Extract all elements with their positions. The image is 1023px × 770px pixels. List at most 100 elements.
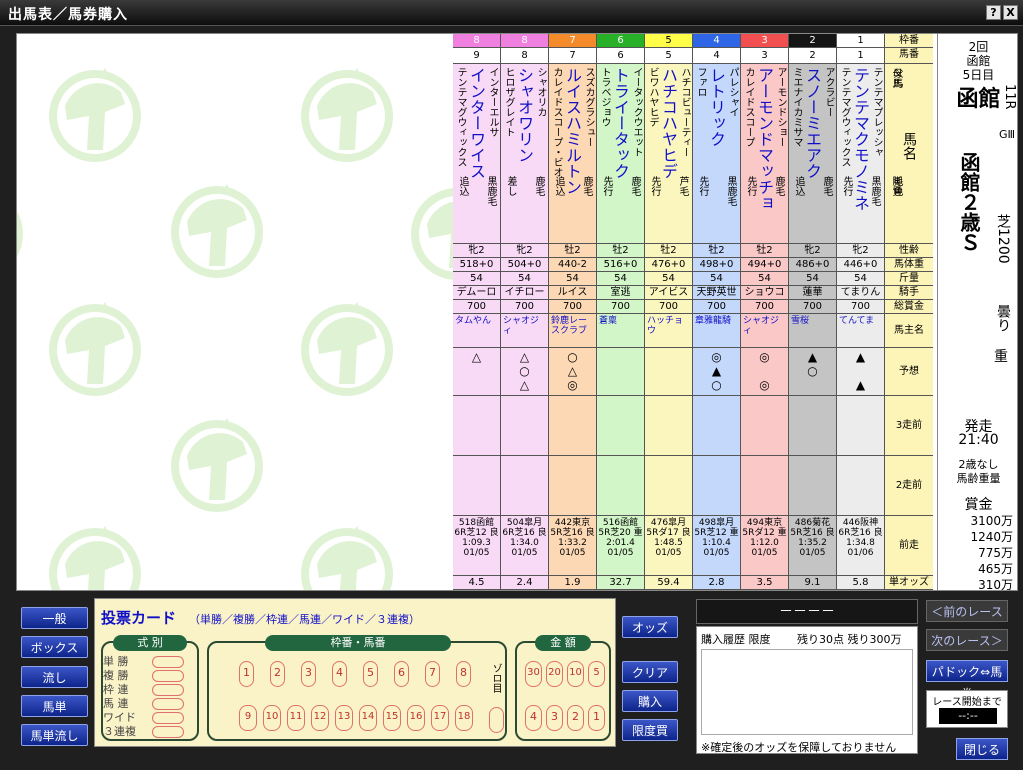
prev-race-button[interactable]: ＜前のレース (926, 600, 1008, 622)
prediction-mark: △ (519, 350, 530, 364)
clear-button[interactable]: クリア (622, 661, 678, 683)
horse-name: シャオワリン (515, 67, 534, 163)
number-mark[interactable]: 3 (301, 661, 316, 687)
horse-column[interactable]: 8 8 ヒロザグレイト シャオワリン シャオリカ 鹿毛 差し 牝2 504+0 54 イチロー 700… (501, 34, 549, 590)
horse-column[interactable]: 2 2 ミエナイカミサマ スノーミエアク アクラビー 鹿毛 追込 牝2 486+0 54 蓮華 700… (789, 34, 837, 590)
bet-type-label: ワイド (103, 711, 136, 724)
number-mark[interactable]: 13 (335, 705, 353, 731)
bet-type-label: 馬 連 (103, 697, 129, 710)
horse-prize: 700 (693, 300, 740, 314)
previous-race: 494東京 5Rダ12 重 1:12.0 01/05 (741, 516, 788, 576)
horse-column[interactable]: 3 3 カレイドスコープ アーモンドマッチョ アーモンドショー 鹿毛 先行 牡2 494+0 54… (741, 34, 789, 590)
amount-mark[interactable]: 4 (525, 705, 542, 731)
number-mark[interactable]: 6 (394, 661, 409, 687)
number-mark[interactable]: 10 (263, 705, 281, 731)
win-odds: 1.9 (549, 576, 596, 590)
number-mark[interactable]: 1 (239, 661, 254, 687)
sire-name: テンテマグウィックス (839, 67, 850, 167)
number-mark[interactable]: 4 (332, 661, 347, 687)
number-mark[interactable]: 11 (287, 705, 305, 731)
mode-umatan-button[interactable]: 馬単 (21, 695, 88, 717)
legend-odds: 単オッズ (885, 576, 933, 590)
number-mark[interactable]: 18 (455, 705, 473, 731)
mode-general-button[interactable]: 一般 (21, 607, 88, 629)
number-mark[interactable]: 2 (270, 661, 285, 687)
race-number: 11R (1002, 84, 1017, 110)
bet-type-mark[interactable] (152, 726, 184, 738)
bet-type-title: 式 別 (113, 635, 187, 651)
prediction-mark: ▲ (855, 350, 866, 364)
horse-prize: 700 (501, 300, 548, 314)
legend-sex: 性齢 (885, 244, 933, 258)
horse-column[interactable]: 4 4 ファロ レトリック パレシャイ 黒鹿毛 先行 牡2 498+0 54 天野英世 700 章雅龍騎… (693, 34, 741, 590)
horse-column[interactable]: 1 1 テンテマグウィックス テンテマクモノミネ テンテマプレッシャ 黒鹿毛 先行 牝2 446… (837, 34, 885, 590)
frame-number: 6 (597, 34, 644, 48)
history-list[interactable] (701, 649, 913, 735)
empty-previous-race (693, 396, 740, 456)
purchase-button[interactable]: 購入 (622, 690, 678, 712)
frame-number: 8 (453, 34, 500, 48)
horse-weight: 504+0 (501, 258, 548, 272)
number-mark[interactable]: 17 (431, 705, 449, 731)
horse-column[interactable]: 5 5 ビワハヤヒデ ハチコハヤヒデ ハチコビューティー 芦毛 先行 牡2 476+0 54 アイビ… (645, 34, 693, 590)
number-mark[interactable]: 16 (407, 705, 425, 731)
running-style: 先行 (649, 176, 660, 196)
limit-purchase-button[interactable]: 限度買 (622, 719, 678, 741)
prize-3: 775万 (978, 546, 1013, 560)
amount-mark[interactable]: 2 (567, 705, 584, 731)
mode-box-button[interactable]: ボックス (21, 636, 88, 658)
prediction-marks (597, 348, 644, 396)
number-mark[interactable]: 8 (456, 661, 471, 687)
empty-previous-race (501, 456, 548, 516)
horse-weight: 498+0 (693, 258, 740, 272)
prediction-mark: ○ (807, 364, 818, 378)
amount-mark[interactable]: 10 (567, 661, 584, 687)
win-odds: 9.1 (789, 576, 836, 590)
number-mark[interactable]: 15 (383, 705, 401, 731)
mode-nagashi-button[interactable]: 流し (21, 666, 88, 688)
amount-mark[interactable]: 30 (525, 661, 542, 687)
number-mark[interactable]: 12 (311, 705, 329, 731)
paddock-toggle-button[interactable]: パドック⇔馬券 (926, 660, 1008, 701)
close-button[interactable]: 閉じる (956, 738, 1008, 760)
horse-jockey: ショウコ (741, 286, 788, 300)
horse-column[interactable]: 7 7 カレイドスコープ・ビオ ルイスハミルトン スズカグラシュー 鹿毛 追込 牡2 440-2… (549, 34, 597, 590)
amount-mark[interactable]: 20 (546, 661, 563, 687)
number-mark[interactable]: 9 (239, 705, 257, 731)
bet-type-mark[interactable] (152, 670, 184, 682)
amount-mark[interactable]: 1 (588, 705, 605, 731)
next-race-button[interactable]: 次のレース＞ (926, 629, 1008, 651)
bet-type-mark[interactable] (152, 656, 184, 668)
number-mark[interactable]: 5 (363, 661, 378, 687)
amount-mark[interactable]: 5 (588, 661, 605, 687)
legend-prev3: 3走前 (885, 396, 933, 456)
zoro-mark[interactable] (489, 707, 504, 733)
frame-number: 5 (645, 34, 692, 48)
dam-name: テンテマプレッシャ (871, 67, 882, 157)
close-window-button[interactable]: X (1003, 5, 1018, 20)
mode-umatan-nagashi-button[interactable]: 馬単流し (21, 724, 88, 746)
bet-type-mark[interactable] (152, 712, 184, 724)
prediction-mark (789, 378, 836, 392)
help-button[interactable]: ? (986, 5, 1001, 20)
odds-button[interactable]: オッズ (622, 616, 678, 638)
race-info-panel: 2回 函館 5日目 函館 11R GⅢ 函館２歳Ｓ 芝1200 曇り 重 発走 … (937, 34, 1017, 590)
horse-column[interactable]: 6 6 トラベジョウ トライータック イータックウエット 鹿毛 先行 牡2 516+0 54 室逃 7… (597, 34, 645, 590)
horse-column[interactable]: 8 9 テンテマグウィックス インターワイス インターエルサ 黒鹿毛 追込 牝2 518+0 54… (453, 34, 501, 590)
frame-number: 4 (693, 34, 740, 48)
odds-disclaimer: ※確定後のオッズを保障しておりません (701, 741, 897, 754)
horse-names: ビワハヤヒデ ハチコハヤヒデ ハチコビューティー 芦毛 先行 (645, 64, 692, 244)
bet-type-label: 単 勝 (103, 655, 129, 668)
prediction-marks: ◎ ▲ ○ (693, 348, 740, 396)
prediction-mark: ◎ (567, 378, 578, 392)
horse-kinryo: 54 (645, 272, 692, 286)
countdown-value: --:-- (939, 708, 997, 724)
amount-mark[interactable]: 3 (546, 705, 563, 731)
bet-type-mark[interactable] (152, 698, 184, 710)
prize-1: 3100万 (970, 514, 1013, 528)
prediction-mark (453, 364, 500, 378)
horse-prize: 700 (837, 300, 884, 314)
number-mark[interactable]: 14 (359, 705, 377, 731)
bet-type-mark[interactable] (152, 684, 184, 696)
number-mark[interactable]: 7 (425, 661, 440, 687)
